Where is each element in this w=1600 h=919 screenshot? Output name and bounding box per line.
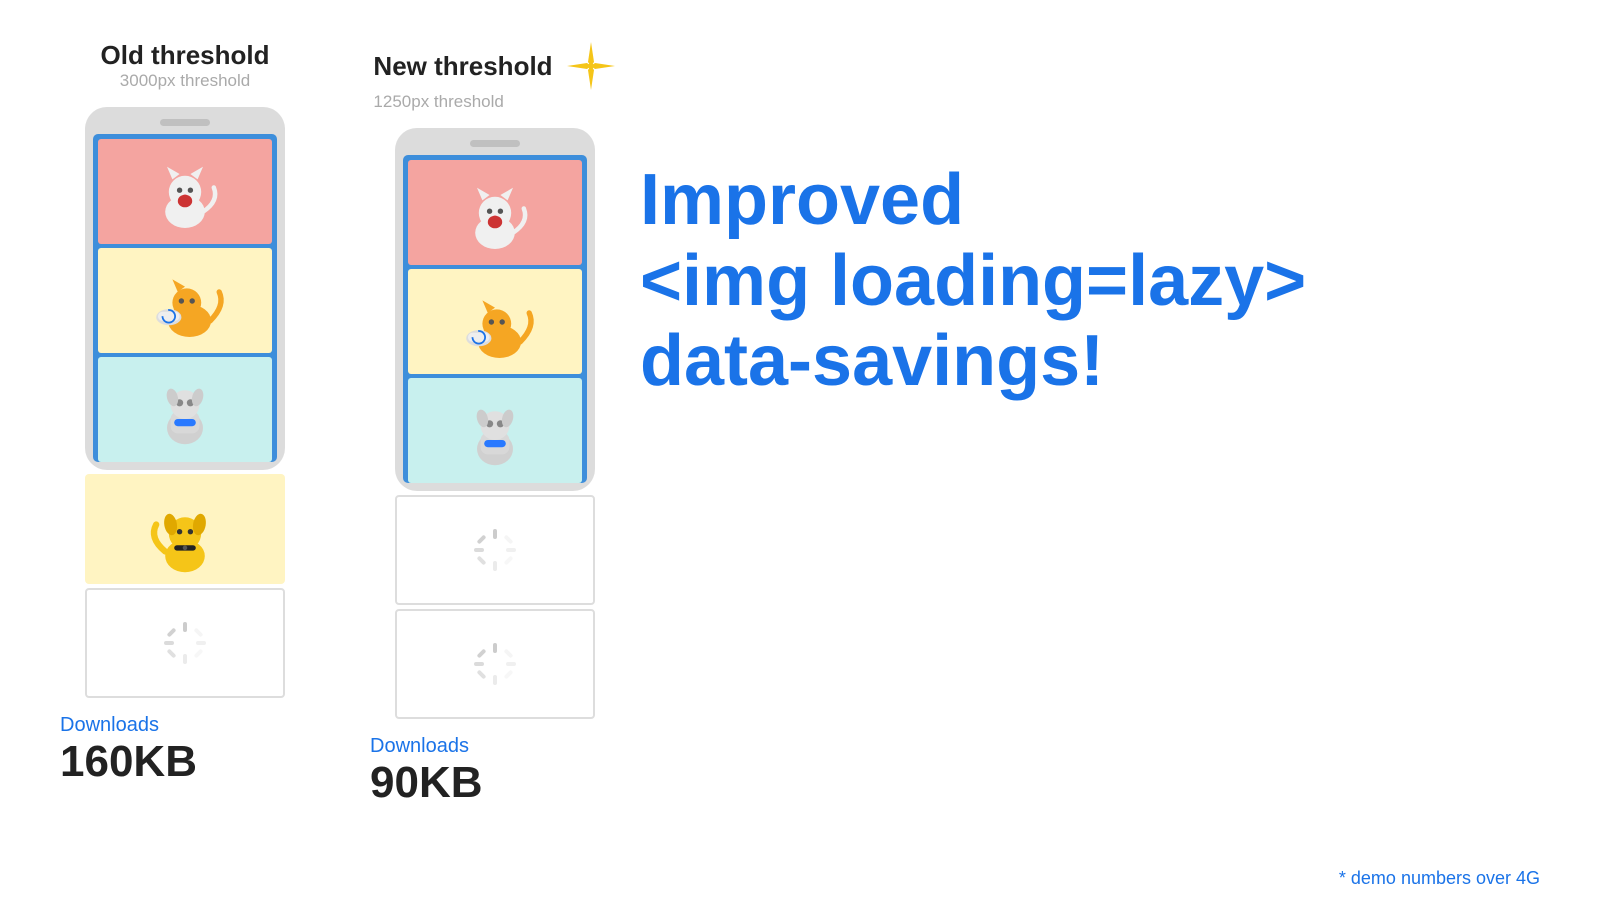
new-downloads-area: Downloads 90KB bbox=[370, 735, 483, 808]
hero-line3: data-savings! bbox=[640, 321, 1104, 401]
new-phone-pill bbox=[470, 140, 520, 147]
spinner-svg-2 bbox=[470, 525, 520, 575]
spinner-svg-3 bbox=[470, 639, 520, 689]
new-threshold-title: New threshold bbox=[373, 51, 552, 82]
dog-blue-svg bbox=[140, 365, 230, 455]
hero-line1: Improved bbox=[640, 160, 964, 240]
old-downloads-size: 160KB bbox=[60, 737, 197, 787]
old-downloads-label: Downloads bbox=[60, 714, 197, 737]
old-threshold-subtitle: 3000px threshold bbox=[101, 71, 270, 91]
main-layout: Old threshold 3000px threshold bbox=[0, 0, 1600, 919]
yellow-dog-svg bbox=[140, 479, 230, 579]
old-phone-device bbox=[85, 107, 285, 470]
new-img-cat bbox=[408, 160, 582, 265]
old-img-cat bbox=[98, 139, 272, 244]
spacer-1 bbox=[310, 40, 370, 879]
old-threshold-title: Old threshold bbox=[101, 40, 270, 71]
old-phone-body bbox=[93, 134, 277, 462]
new-threshold-inner: New threshold 1250px threshold bbox=[370, 40, 620, 808]
old-img-dog-blue bbox=[98, 357, 272, 462]
new-dog-blue-svg bbox=[450, 386, 540, 476]
old-threshold-header: Old threshold 3000px threshold bbox=[101, 40, 270, 91]
new-img-orange-cat bbox=[408, 269, 582, 374]
new-downloads-size: 90KB bbox=[370, 758, 483, 808]
demo-note: * demo numbers over 4G bbox=[1339, 868, 1540, 889]
old-below-images bbox=[85, 474, 285, 698]
old-threshold-column: Old threshold 3000px threshold bbox=[60, 40, 310, 879]
orange-cat-svg bbox=[140, 256, 230, 346]
hero-text: Improved <img loading=lazy> data-savings… bbox=[640, 160, 1550, 402]
old-threshold-inner: Old threshold 3000px threshold bbox=[60, 40, 310, 787]
new-phone-body bbox=[403, 155, 587, 483]
new-loading-img-1 bbox=[395, 495, 595, 605]
old-downloads-area: Downloads 160KB bbox=[60, 714, 197, 787]
hero-line2: <img loading=lazy> bbox=[640, 241, 1306, 321]
new-cat-svg bbox=[450, 168, 540, 258]
new-loading-img-2 bbox=[395, 609, 595, 719]
old-loading-img bbox=[85, 588, 285, 698]
hero-content: Improved <img loading=lazy> data-savings… bbox=[620, 40, 1550, 879]
new-threshold-column: New threshold 1250px threshold bbox=[370, 40, 620, 879]
new-phone-device bbox=[395, 128, 595, 491]
cat-svg bbox=[140, 147, 230, 237]
spinner-svg-1 bbox=[160, 618, 210, 668]
new-threshold-subtitle: 1250px threshold bbox=[373, 92, 503, 112]
old-yellow-dog-img bbox=[85, 474, 285, 584]
new-below-images bbox=[395, 495, 595, 719]
new-threshold-header: New threshold 1250px threshold bbox=[373, 40, 616, 112]
phone-pill bbox=[160, 119, 210, 126]
old-img-orange-cat bbox=[98, 248, 272, 353]
new-downloads-label: Downloads bbox=[370, 735, 483, 758]
sparkle-icon bbox=[565, 40, 617, 92]
new-img-dog-blue bbox=[408, 378, 582, 483]
new-orange-cat-svg bbox=[450, 277, 540, 367]
